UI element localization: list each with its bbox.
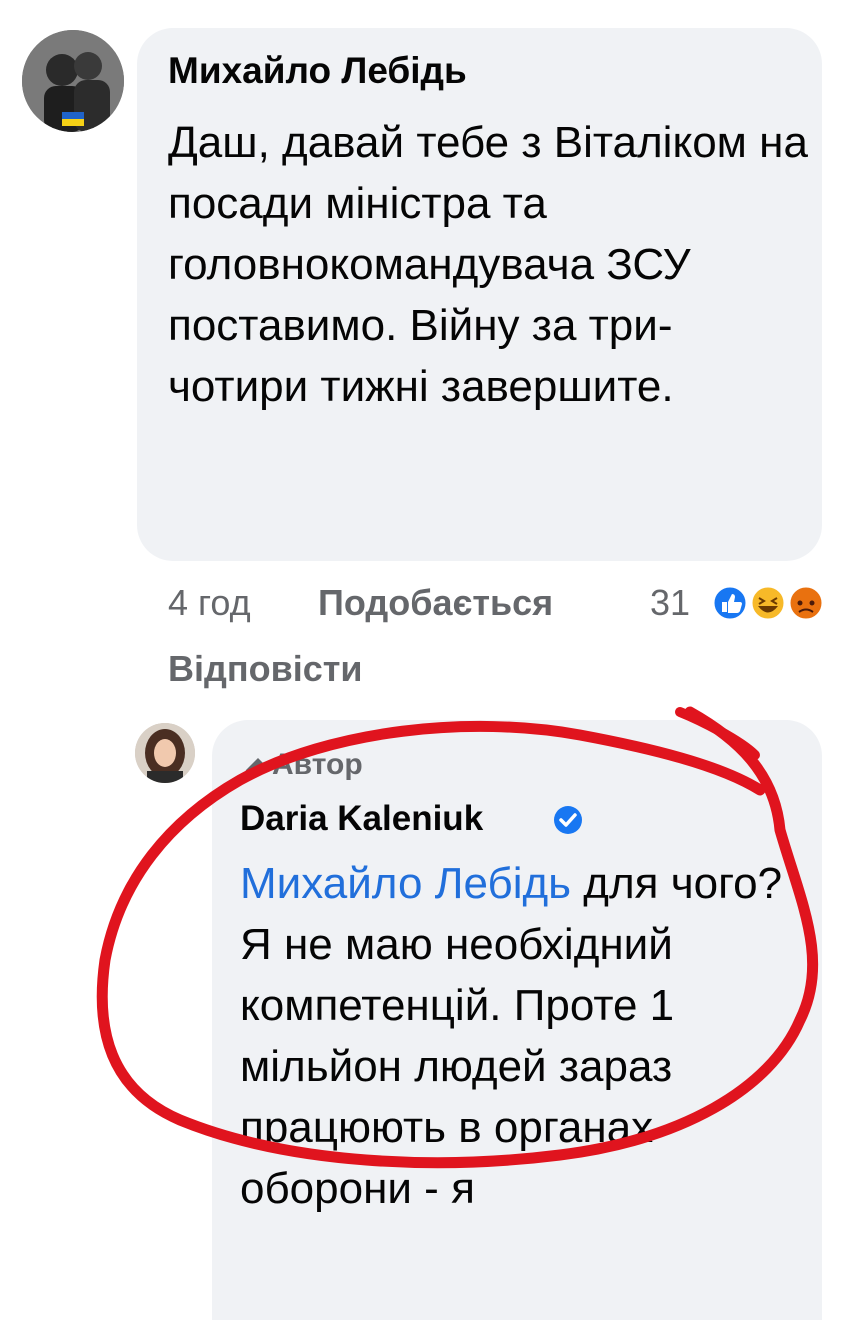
mention-link[interactable]: Михайло Лебідь	[240, 859, 571, 908]
angry-icon	[787, 584, 825, 622]
like-button[interactable]: Подобається	[318, 582, 553, 624]
haha-icon	[749, 584, 787, 622]
reactions-summary[interactable]	[708, 583, 828, 623]
reply-body: для чого? Я не маю необхідний компетенці…	[240, 859, 783, 1213]
reply-button[interactable]: Відповісти	[168, 648, 363, 690]
reaction-count[interactable]: 31	[650, 582, 690, 624]
avatar-daria[interactable]	[135, 723, 195, 783]
comment-text: Даш, давай тебе з Віталіком на посади мі…	[168, 118, 808, 411]
author-role-badge: Автор	[272, 748, 363, 781]
comment-author-name[interactable]: Михайло Лебідь	[168, 50, 467, 92]
avatar-photo-icon	[135, 723, 195, 783]
reply-author-name[interactable]: Daria Kaleniuk	[240, 799, 483, 839]
verified-badge-icon	[554, 806, 582, 834]
pencil-icon	[243, 758, 263, 778]
avatar-mykhailo[interactable]	[22, 30, 124, 132]
comment-timestamp[interactable]: 4 год	[168, 582, 251, 624]
avatar-photo-icon	[22, 30, 124, 132]
reply-text: Михайло Лебідь для чого? Я не маю необхі…	[240, 853, 810, 1219]
like-icon	[711, 584, 749, 622]
